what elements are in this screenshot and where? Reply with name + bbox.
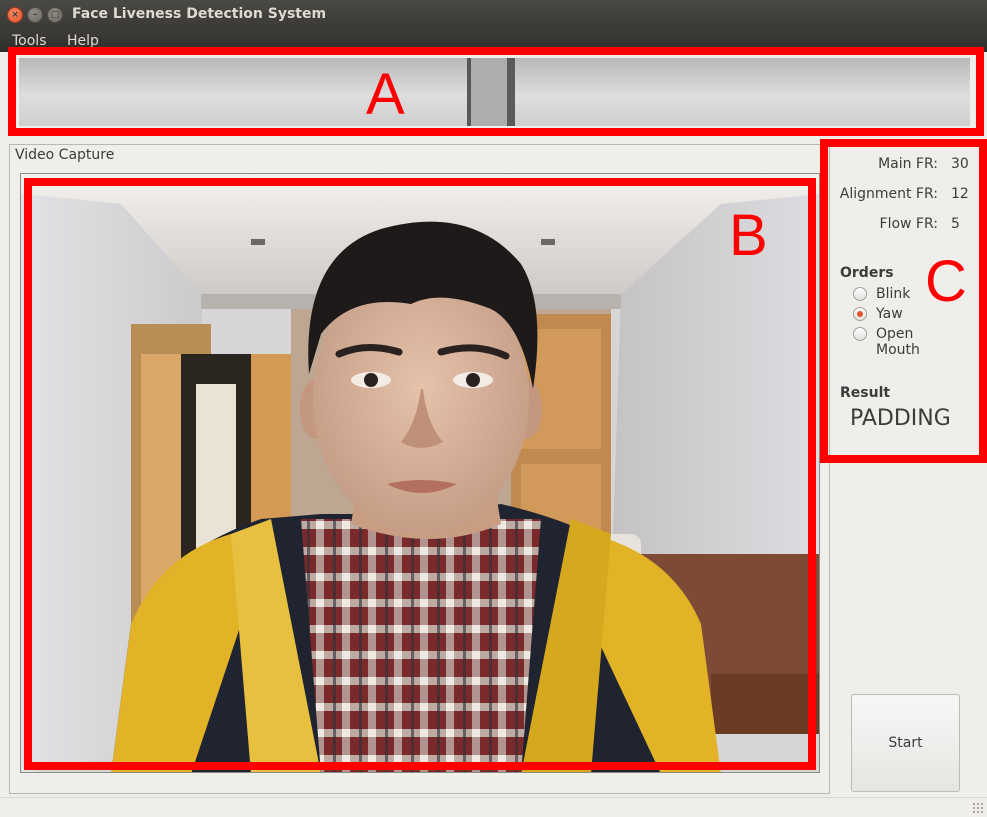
- resize-grip-icon[interactable]: [972, 802, 984, 814]
- annotation-box-a: [8, 47, 984, 136]
- annotation-label-b: B: [729, 203, 768, 268]
- close-icon[interactable]: ×: [7, 7, 23, 23]
- start-button[interactable]: Start: [851, 694, 960, 792]
- video-capture-title: Video Capture: [15, 147, 118, 163]
- minimize-icon[interactable]: –: [27, 7, 43, 23]
- annotation-label-c: C: [925, 249, 967, 314]
- title-bar: × – □ Face Liveness Detection System: [0, 0, 987, 30]
- maximize-icon[interactable]: □: [47, 7, 63, 23]
- status-bar: [0, 797, 987, 817]
- annotation-label-a: A: [366, 62, 405, 127]
- window-title: Face Liveness Detection System: [72, 6, 327, 22]
- annotation-box-b: [24, 178, 816, 770]
